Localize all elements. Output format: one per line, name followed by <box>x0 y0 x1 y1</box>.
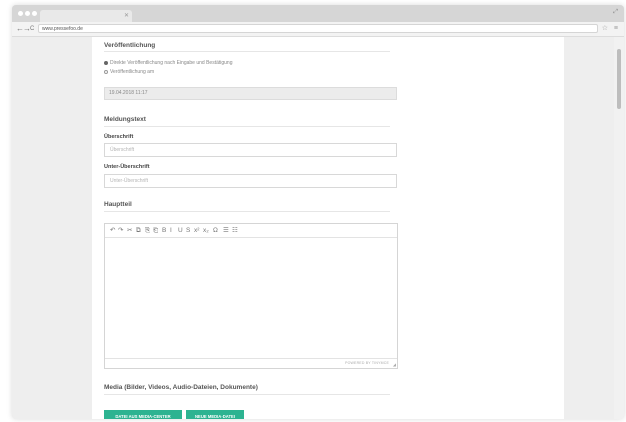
radio-label: Veröffentlichung am <box>110 69 155 75</box>
window-maximize-dot[interactable] <box>32 11 37 16</box>
browser-window: ✕ ⤢ ← → C www.pressefoo.de ☆ ≡ Veröffent… <box>12 5 624 419</box>
copy-icon[interactable]: ⧉ <box>136 224 141 237</box>
subheading-input[interactable]: Unter-Überschrift <box>104 174 397 188</box>
powered-by-label: POWERED BY TINYMCE <box>345 361 389 365</box>
bullet-list-icon[interactable]: ☰ <box>223 224 229 237</box>
reload-icon[interactable]: C <box>30 24 34 34</box>
tab-close-icon[interactable]: ✕ <box>124 13 129 19</box>
radio-scheduled-publication[interactable]: Veröffentlichung am <box>104 69 154 75</box>
italic-icon[interactable]: I <box>170 224 172 237</box>
resize-handle-icon[interactable]: ◢ <box>393 362 396 367</box>
divider <box>104 126 390 127</box>
heading-label: Überschrift <box>104 134 134 140</box>
radio-unchecked-icon[interactable] <box>104 69 108 74</box>
heading-input[interactable]: Überschrift <box>104 143 397 157</box>
special-char-icon[interactable]: Ω <box>213 224 218 237</box>
url-input[interactable]: www.pressefoo.de <box>38 24 598 33</box>
redo-icon[interactable]: ↷ <box>118 224 123 237</box>
page-viewport: Veröffentlichung Direkte Veröffentlichun… <box>12 37 624 419</box>
subscript-icon[interactable]: x₂ <box>203 224 209 237</box>
undo-icon[interactable]: ↶ <box>110 224 115 237</box>
divider <box>104 51 390 52</box>
window-resize-icon[interactable]: ⤢ <box>613 9 618 16</box>
radio-checked-icon[interactable] <box>104 60 108 65</box>
section-title-media: Media (Bilder, Videos, Audio-Dateien, Do… <box>104 384 258 391</box>
superscript-icon[interactable]: x² <box>194 224 199 237</box>
divider <box>104 211 390 212</box>
editor-statusbar: POWERED BY TINYMCE ◢ <box>105 358 397 368</box>
address-bar-row: ← → C www.pressefoo.de ☆ ≡ <box>12 22 624 37</box>
strikethrough-icon[interactable]: S <box>186 224 190 237</box>
publication-date-field[interactable]: 19.04.2018 11:17 <box>104 87 397 100</box>
browser-tab[interactable] <box>40 10 132 22</box>
scrollbar-thumb[interactable] <box>617 49 621 109</box>
paste-icon[interactable]: ⎘ <box>145 224 150 237</box>
bookmark-menu-icons[interactable]: ☆ ≡ <box>602 24 620 34</box>
bold-icon[interactable]: B <box>162 224 166 237</box>
rich-text-editor[interactable]: ↶ ↷ ✂ ⧉ ⎘ ⎗ B I U Sx² x₂ Ω ☰ ☷ POWERED BY TINYMCE ◢ <box>104 223 398 369</box>
radio-label: Direkte Veröffentlichung nach Eingabe un… <box>110 60 233 66</box>
numbered-list-icon[interactable]: ☷ <box>232 224 238 237</box>
subheading-label: Unter-Überschrift <box>104 164 150 170</box>
divider <box>104 394 390 395</box>
media-center-button[interactable]: DATEI AUS MEDIA-CENTER <box>104 410 182 419</box>
window-close-dot[interactable] <box>18 11 23 16</box>
page-scrollbar[interactable] <box>614 37 624 419</box>
section-title-message: Meldungstext <box>104 116 146 123</box>
editor-toolbar: ↶ ↷ ✂ ⧉ ⎘ ⎗ B I U Sx² x₂ Ω ☰ ☷ <box>105 224 397 238</box>
cut-icon[interactable]: ✂ <box>127 224 132 237</box>
browser-titlebar: ✕ ⤢ <box>12 5 624 22</box>
underline-icon[interactable]: U <box>178 224 183 237</box>
window-minimize-dot[interactable] <box>25 11 30 16</box>
radio-direct-publication[interactable]: Direkte Veröffentlichung nach Eingabe un… <box>104 60 233 66</box>
paste-text-icon[interactable]: ⎗ <box>153 224 158 237</box>
section-title-main-body: Hauptteil <box>104 201 132 208</box>
form-page: Veröffentlichung Direkte Veröffentlichun… <box>92 37 564 419</box>
section-title-publication: Veröffentlichung <box>104 42 156 49</box>
new-media-button[interactable]: NEUE MEDIA-DATEI <box>186 410 244 419</box>
